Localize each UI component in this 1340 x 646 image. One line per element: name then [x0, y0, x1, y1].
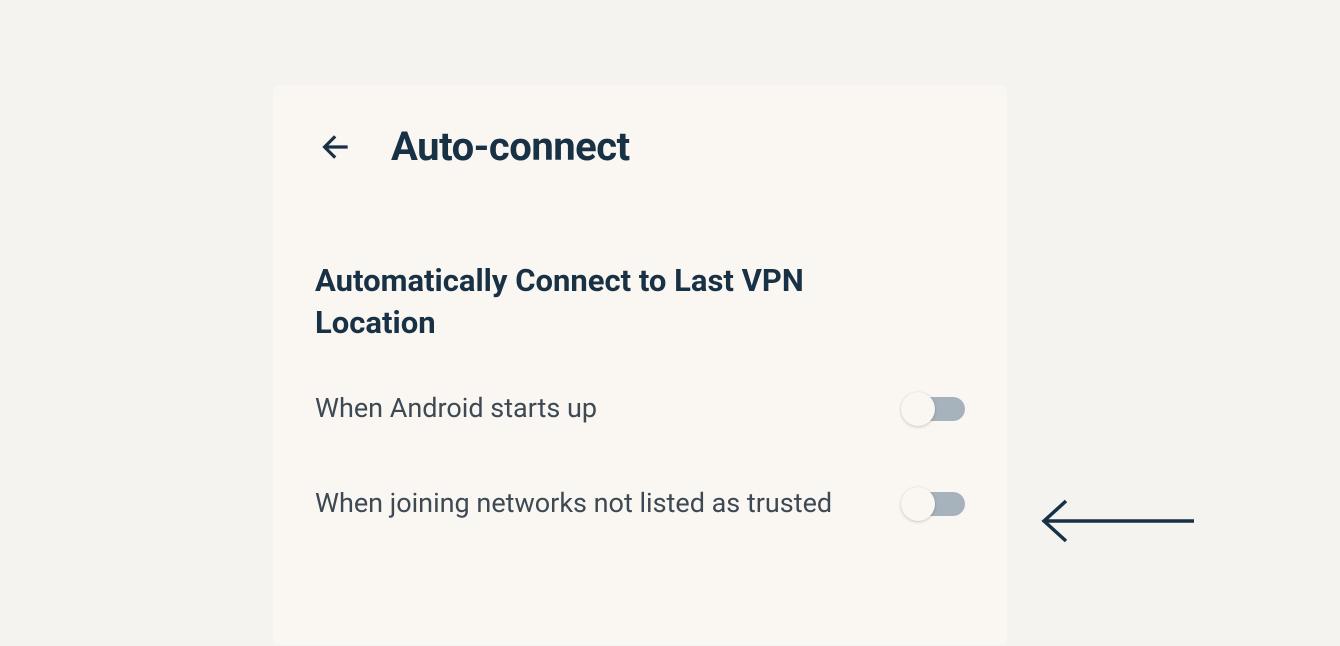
toggle-thumb — [901, 487, 935, 521]
toggle-untrusted-networks[interactable] — [903, 490, 965, 518]
setting-label: When joining networks not listed as trus… — [315, 485, 832, 523]
toggle-thumb — [901, 392, 935, 426]
arrow-left-icon — [316, 128, 354, 166]
setting-row-untrusted-networks[interactable]: When joining networks not listed as trus… — [315, 485, 965, 523]
setting-label: When Android starts up — [315, 390, 597, 428]
back-button[interactable] — [315, 127, 355, 167]
toggle-android-startup[interactable] — [903, 395, 965, 423]
page-title: Auto-connect — [391, 123, 630, 170]
annotation-arrow-icon — [1026, 496, 1206, 546]
header-bar: Auto-connect — [315, 123, 965, 170]
setting-row-android-startup[interactable]: When Android starts up — [315, 390, 965, 428]
settings-card: Auto-connect Automatically Connect to La… — [273, 85, 1007, 645]
section-heading: Automatically Connect to Last VPN Locati… — [315, 260, 895, 344]
